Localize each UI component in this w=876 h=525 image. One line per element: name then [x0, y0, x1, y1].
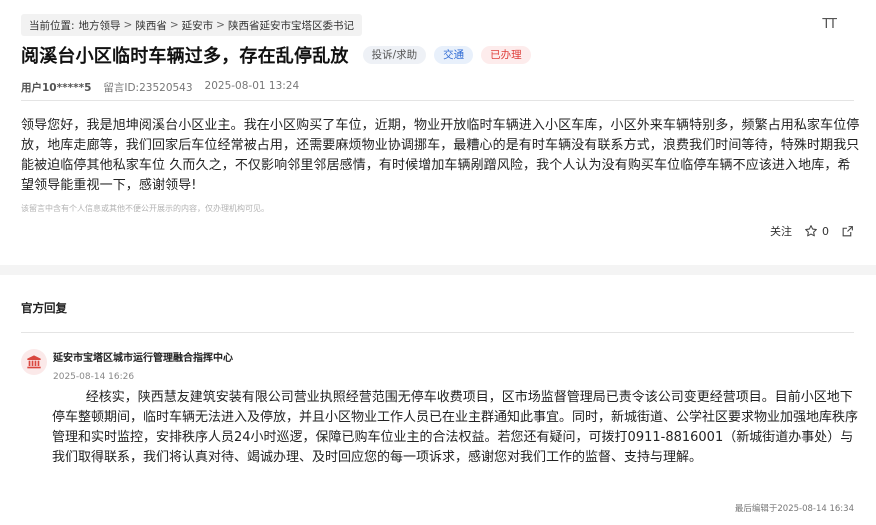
- font-size-toggle-icon[interactable]: TT: [822, 17, 837, 32]
- breadcrumb-item-official[interactable]: 陕西省延安市宝塔区委书记: [228, 18, 354, 33]
- message-datetime: 2025-08-01 13:24: [204, 80, 300, 92]
- tag-status: 已办理: [481, 46, 531, 64]
- page-title: 阅溪台小区临时车辆过多，存在乱停乱放: [21, 46, 349, 67]
- breadcrumb-item-city[interactable]: 延安市: [182, 18, 214, 33]
- breadcrumb-item-province[interactable]: 陕西省: [135, 18, 167, 33]
- message-user: 用户10*****5: [21, 82, 92, 94]
- breadcrumb-separator: >: [169, 19, 179, 31]
- star-icon: [805, 225, 817, 237]
- tag-category: 投诉/求助: [362, 46, 427, 64]
- tag-topic: 交通: [434, 46, 474, 64]
- message-body: 领导您好，我是旭坤阅溪台小区业主。我在小区购买了车位，近期，物业开放临时车辆进入…: [21, 118, 860, 193]
- breadcrumb-item-local-leaders[interactable]: 地方领导: [79, 18, 121, 33]
- organization-avatar: [21, 349, 47, 375]
- government-building-icon: [27, 355, 41, 369]
- breadcrumb-separator: >: [123, 19, 133, 31]
- follow-button[interactable]: 关注: [770, 223, 792, 239]
- reply-body: 经核实，陕西慧友建筑安装有限公司营业执照经营范围无停车收费项目，区市场监督管理局…: [52, 390, 859, 465]
- official-reply-heading: 官方回复: [21, 301, 67, 315]
- message-meta: 用户10*****5 留言ID:23520543 2025-08-01 13:2…: [21, 80, 299, 95]
- font-size-toggle-label: TT: [822, 17, 837, 32]
- last-edited: 最后编辑于2025-08-14 16:34: [734, 504, 854, 514]
- message-actions: 关注 0: [770, 223, 854, 239]
- share-button[interactable]: [841, 225, 854, 238]
- breadcrumb: 当前位置: 地方领导 > 陕西省 > 延安市 > 陕西省延安市宝塔区委书记: [21, 14, 362, 36]
- divider: [21, 332, 854, 333]
- like-count: 0: [822, 224, 829, 238]
- breadcrumb-separator: >: [216, 19, 225, 31]
- message-id: 留言ID:23520543: [103, 82, 193, 94]
- follow-label: 关注: [770, 225, 792, 238]
- reply-date: 2025-08-14 16:26: [53, 372, 135, 382]
- privacy-disclaimer: 该留言中含有个人信息或其他不便公开展示的内容，仅办理机构可见。: [21, 204, 269, 213]
- reply-organization: 延安市宝塔区城市运行管理融合指挥中心 2025-08-14 16:26: [21, 349, 233, 382]
- section-separator: [0, 265, 876, 275]
- title-row: 阅溪台小区临时车辆过多，存在乱停乱放 投诉/求助 交通 已办理: [21, 42, 531, 68]
- organization-info: 延安市宝塔区城市运行管理融合指挥中心 2025-08-14 16:26: [53, 349, 233, 382]
- breadcrumb-prefix: 当前位置:: [29, 19, 75, 32]
- share-icon: [842, 225, 853, 236]
- like-button[interactable]: 0: [804, 224, 829, 238]
- organization-name: 延安市宝塔区城市运行管理融合指挥中心: [53, 353, 233, 364]
- divider: [21, 100, 854, 101]
